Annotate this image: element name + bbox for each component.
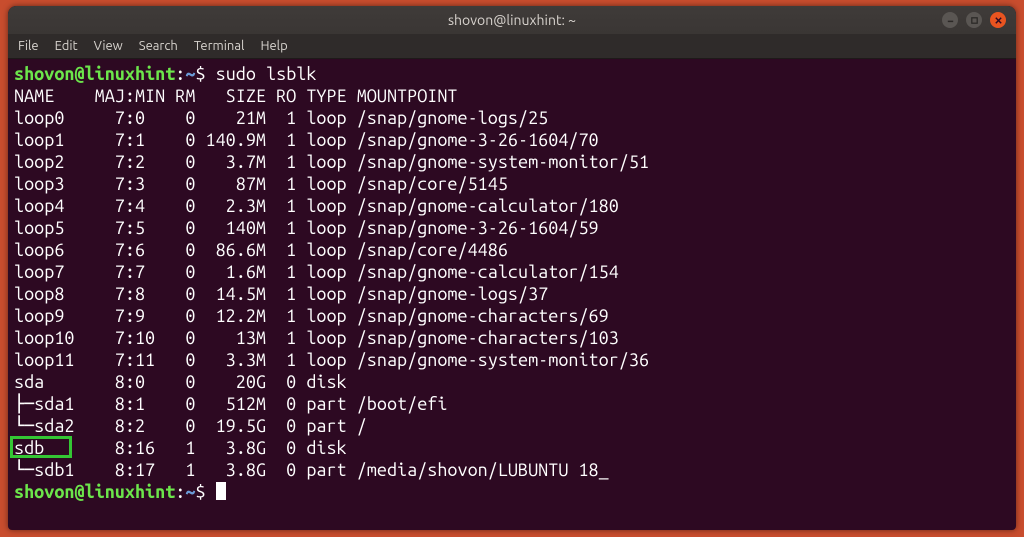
menu-item-terminal[interactable]: Terminal	[194, 39, 245, 53]
lsblk-header: NAME MAJ:MIN RM SIZE RO TYPE MOUNTPOINT	[14, 85, 1010, 107]
menubar: File Edit View Search Terminal Help	[8, 34, 1016, 59]
terminal-area[interactable]: shovon@linuxhint:~$ sudo lsblkNAME MAJ:M…	[8, 59, 1016, 530]
lsblk-row: sda 8:0 0 20G 0 disk	[14, 371, 1010, 393]
lsblk-row: loop3 7:3 0 87M 1 loop /snap/core/5145	[14, 173, 1010, 195]
lsblk-row: loop1 7:1 0 140.9M 1 loop /snap/gnome-3-…	[14, 129, 1010, 151]
lsblk-row: loop4 7:4 0 2.3M 1 loop /snap/gnome-calc…	[14, 195, 1010, 217]
lsblk-row: ├─sda1 8:1 0 512M 0 part /boot/efi	[14, 393, 1010, 415]
lsblk-row: loop2 7:2 0 3.7M 1 loop /snap/gnome-syst…	[14, 151, 1010, 173]
lsblk-row: sdb 8:16 1 3.8G 0 disk	[14, 437, 1010, 459]
lsblk-row: loop7 7:7 0 1.6M 1 loop /snap/gnome-calc…	[14, 261, 1010, 283]
close-button[interactable]	[990, 12, 1006, 28]
cursor	[216, 482, 226, 500]
prompt-path: ~	[185, 64, 195, 84]
titlebar: shovon@linuxhint: ~	[8, 6, 1016, 34]
prompt-userhost: shovon@linuxhint	[14, 482, 175, 502]
window-title: shovon@linuxhint: ~	[8, 12, 1016, 28]
menu-item-help[interactable]: Help	[260, 39, 287, 53]
menu-item-file[interactable]: File	[18, 39, 39, 53]
minimize-button[interactable]	[942, 12, 958, 28]
prompt-userhost: shovon@linuxhint	[14, 64, 175, 84]
window-controls	[942, 12, 1016, 28]
lsblk-row: loop8 7:8 0 14.5M 1 loop /snap/gnome-log…	[14, 283, 1010, 305]
lsblk-row: loop5 7:5 0 140M 1 loop /snap/gnome-3-26…	[14, 217, 1010, 239]
maximize-button[interactable]	[966, 12, 982, 28]
lsblk-row: loop0 7:0 0 21M 1 loop /snap/gnome-logs/…	[14, 107, 1010, 129]
prompt-line: shovon@linuxhint:~$ sudo lsblk	[14, 63, 1010, 85]
menu-item-search[interactable]: Search	[139, 39, 178, 53]
lsblk-row: loop6 7:6 0 86.6M 1 loop /snap/core/4486	[14, 239, 1010, 261]
lsblk-row: loop10 7:10 0 13M 1 loop /snap/gnome-cha…	[14, 327, 1010, 349]
lsblk-row: └─sda2 8:2 0 19.5G 0 part /	[14, 415, 1010, 437]
prompt-path: ~	[185, 482, 195, 502]
lsblk-row: loop11 7:11 0 3.3M 1 loop /snap/gnome-sy…	[14, 349, 1010, 371]
menu-item-edit[interactable]: Edit	[55, 39, 78, 53]
lsblk-row: └─sdb1 8:17 1 3.8G 0 part /media/shovon/…	[14, 459, 1010, 481]
lsblk-row: loop9 7:9 0 12.2M 1 loop /snap/gnome-cha…	[14, 305, 1010, 327]
terminal-window: shovon@linuxhint: ~ File Edit View Search Te…	[8, 6, 1016, 530]
command-text: sudo lsblk	[216, 64, 317, 84]
prompt-line: shovon@linuxhint:~$	[14, 481, 1010, 503]
menu-item-view[interactable]: View	[94, 39, 123, 53]
